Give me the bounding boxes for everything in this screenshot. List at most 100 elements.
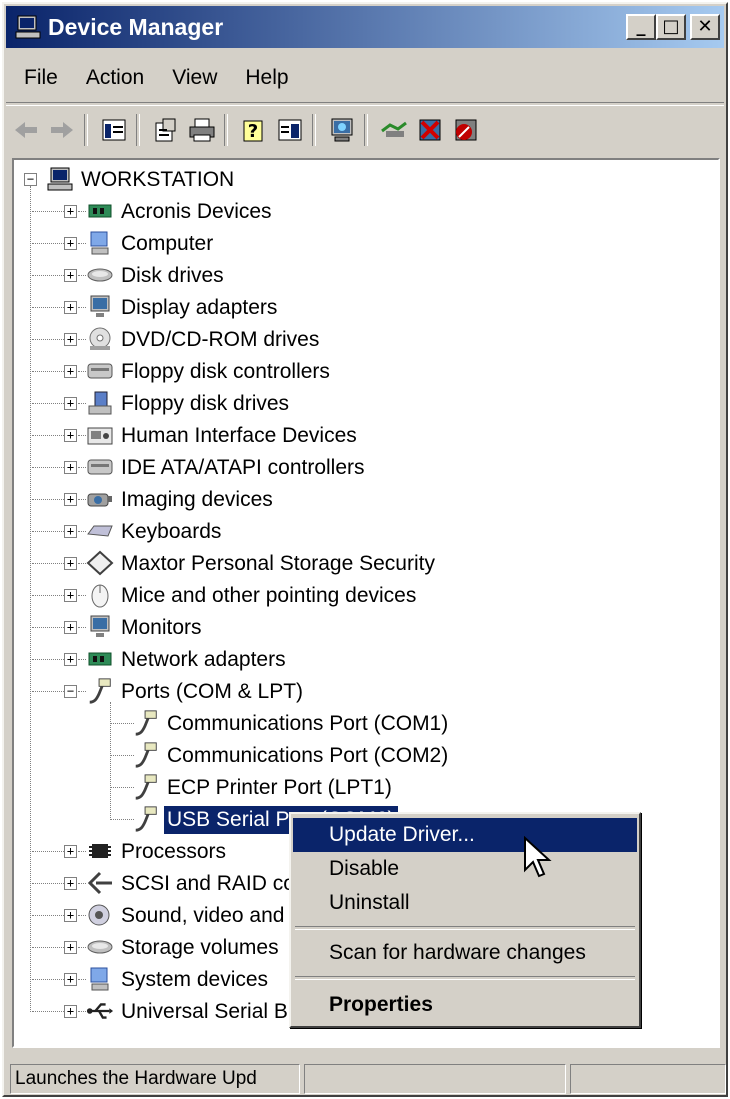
tree-item-label[interactable]: Computer xyxy=(118,230,216,258)
tree-item-label[interactable]: DVD/CD-ROM drives xyxy=(118,326,322,354)
tree-item-label[interactable]: Keyboards xyxy=(118,518,224,546)
expand-toggle[interactable]: + xyxy=(64,877,77,890)
menu-file[interactable]: File xyxy=(14,66,68,90)
tree-item-label[interactable]: System devices xyxy=(118,966,271,994)
back-arrow-icon[interactable] xyxy=(10,114,42,146)
expand-toggle[interactable]: + xyxy=(64,941,77,954)
uninstall-icon[interactable] xyxy=(414,114,446,146)
maximize-button[interactable]: □ xyxy=(656,14,686,40)
expand-toggle[interactable]: + xyxy=(64,909,77,922)
tree-connector xyxy=(32,691,64,693)
tree-item-label[interactable]: Storage volumes xyxy=(118,934,282,962)
close-button[interactable]: ✕ xyxy=(690,14,720,40)
expand-toggle[interactable]: + xyxy=(64,1005,77,1018)
expand-toggle[interactable]: + xyxy=(64,621,77,634)
computer-icon xyxy=(86,230,114,256)
tree-item-label[interactable]: IDE ATA/ATAPI controllers xyxy=(118,454,368,482)
expand-toggle[interactable]: + xyxy=(64,525,77,538)
port-icon xyxy=(132,710,160,736)
tree-item-label[interactable]: Ports (COM & LPT) xyxy=(118,678,306,706)
expand-toggle[interactable]: + xyxy=(64,557,77,570)
tree-connector xyxy=(32,659,64,661)
menu-disable[interactable]: Disable xyxy=(293,852,637,886)
expand-toggle[interactable]: + xyxy=(64,301,77,314)
show-hide-action-pane-icon[interactable] xyxy=(274,114,306,146)
menu-properties[interactable]: Properties xyxy=(293,988,637,1022)
expand-toggle[interactable]: + xyxy=(64,845,77,858)
tree-item-label[interactable]: Floppy disk controllers xyxy=(118,358,333,386)
chip-board-icon xyxy=(86,646,114,672)
tree-item-label[interactable]: Imaging devices xyxy=(118,486,276,514)
chip-board-icon xyxy=(86,198,114,224)
expand-toggle[interactable]: + xyxy=(64,205,77,218)
tree-item-label[interactable]: Floppy disk drives xyxy=(118,390,292,418)
menu-help[interactable]: Help xyxy=(235,66,298,90)
tree-item-label[interactable]: Monitors xyxy=(118,614,205,642)
tree-item-label[interactable]: Maxtor Personal Storage Security xyxy=(118,550,438,578)
controller-icon xyxy=(86,358,114,384)
status-pane-2 xyxy=(304,1064,566,1094)
monitor-icon xyxy=(86,294,114,320)
menu-update-driver[interactable]: Update Driver... xyxy=(293,818,637,852)
title-bar[interactable]: Device Manager _ □ ✕ xyxy=(6,6,724,48)
tree-connector xyxy=(32,371,64,373)
tree-item-label[interactable]: Acronis Devices xyxy=(118,198,275,226)
collapse-toggle[interactable]: − xyxy=(64,685,77,698)
tree-item-label[interactable]: ECP Printer Port (LPT1) xyxy=(164,774,395,802)
expand-toggle[interactable]: + xyxy=(64,269,77,282)
tree-item-label[interactable]: Disk drives xyxy=(118,262,227,290)
help-icon[interactable]: ? xyxy=(238,114,270,146)
context-menu: Update Driver... Disable Uninstall Scan … xyxy=(289,812,641,1028)
tree-connector xyxy=(32,531,64,533)
expand-toggle[interactable]: + xyxy=(64,333,77,346)
floppy-drive-icon xyxy=(86,390,114,416)
tree-connector xyxy=(78,371,86,373)
cd-drive-icon xyxy=(86,326,114,352)
toolbar-separator xyxy=(312,114,316,146)
disable-icon[interactable] xyxy=(450,114,482,146)
tree-connector xyxy=(78,339,86,341)
tree-item-label[interactable]: Mice and other pointing devices xyxy=(118,582,419,610)
tree-connector xyxy=(78,563,86,565)
properties-icon[interactable] xyxy=(150,114,182,146)
expand-toggle[interactable]: + xyxy=(64,653,77,666)
expand-toggle[interactable]: + xyxy=(64,397,77,410)
tree-item-label[interactable]: Human Interface Devices xyxy=(118,422,360,450)
expand-toggle[interactable]: + xyxy=(64,589,77,602)
menu-view[interactable]: View xyxy=(162,66,227,90)
expand-toggle[interactable]: + xyxy=(64,493,77,506)
toolbar-separator xyxy=(364,114,368,146)
disk-drive-icon xyxy=(86,934,114,960)
expand-toggle[interactable]: + xyxy=(64,973,77,986)
expand-toggle[interactable]: + xyxy=(64,461,77,474)
expand-toggle[interactable]: + xyxy=(64,365,77,378)
tree-root-label[interactable]: WORKSTATION xyxy=(78,166,237,194)
tree-item-label[interactable]: Network adapters xyxy=(118,646,289,674)
menu-uninstall[interactable]: Uninstall xyxy=(293,886,637,920)
menu-scan-hardware[interactable]: Scan for hardware changes xyxy=(293,936,637,970)
collapse-toggle[interactable]: − xyxy=(24,173,37,186)
tree-item-label[interactable]: Communications Port (COM2) xyxy=(164,742,451,770)
expand-toggle[interactable]: + xyxy=(64,429,77,442)
tree-item-label[interactable]: Processors xyxy=(118,838,229,866)
toolbar-separator xyxy=(224,114,228,146)
scan-hardware-icon[interactable] xyxy=(326,114,358,146)
show-hide-console-tree-icon[interactable] xyxy=(98,114,130,146)
menu-separator xyxy=(295,926,635,930)
mouse-icon xyxy=(86,582,114,608)
tree-connector xyxy=(32,499,64,501)
tree-connector xyxy=(78,275,86,277)
tree-connector xyxy=(32,915,64,917)
tree-item-label[interactable]: Display adapters xyxy=(118,294,280,322)
print-icon[interactable] xyxy=(186,114,218,146)
tree-connector xyxy=(32,307,64,309)
tree-connector xyxy=(32,435,64,437)
forward-arrow-icon[interactable] xyxy=(46,114,78,146)
update-driver-icon[interactable] xyxy=(378,114,410,146)
tree-connector xyxy=(32,403,64,405)
menu-action[interactable]: Action xyxy=(76,66,154,90)
tree-connector xyxy=(32,211,64,213)
minimize-button[interactable]: _ xyxy=(626,14,656,40)
expand-toggle[interactable]: + xyxy=(64,237,77,250)
tree-item-label[interactable]: Communications Port (COM1) xyxy=(164,710,451,738)
